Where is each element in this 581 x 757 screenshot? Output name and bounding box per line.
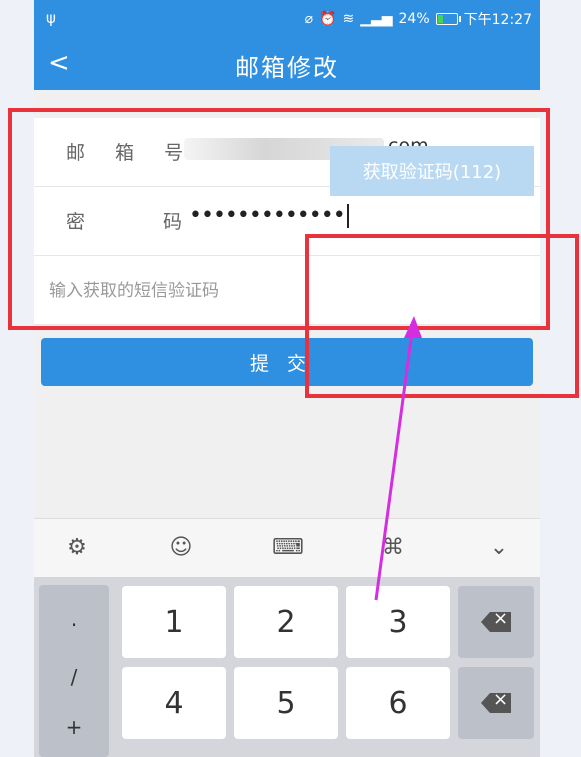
arrow-head (404, 316, 422, 338)
annotation-arrow (374, 316, 422, 601)
arrow-shaft (374, 331, 414, 601)
